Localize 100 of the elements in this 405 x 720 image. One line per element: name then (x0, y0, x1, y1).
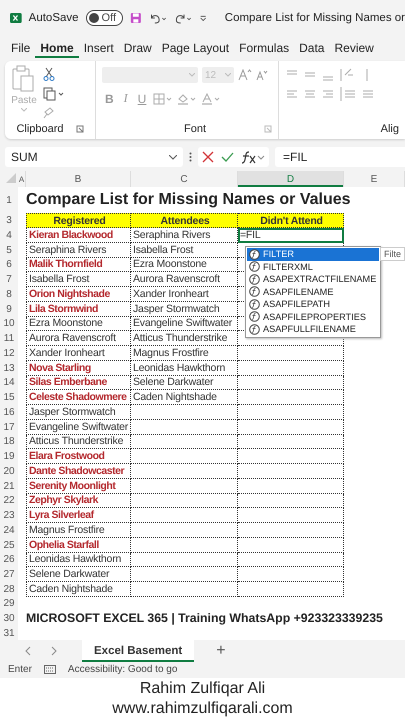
function-suggestion[interactable]: FILTERXML (247, 260, 379, 273)
row-header[interactable]: 16 (0, 405, 18, 420)
function-suggestion[interactable]: ASAPFILEPROPERTIES (247, 310, 379, 323)
ribbon-tab[interactable]: Data (294, 38, 330, 58)
dialog-launcher-icon[interactable] (76, 125, 84, 133)
row-header[interactable]: 9 (0, 302, 18, 316)
table-cell: Kieran Blackwood (26, 228, 131, 243)
row-header[interactable]: 26 (0, 552, 18, 568)
column-header[interactable]: D (238, 171, 344, 187)
row-header[interactable]: 27 (0, 567, 18, 582)
table-cell: Magnus Frostfire (26, 523, 131, 538)
keyboard-icon (44, 665, 56, 674)
more-options-icon[interactable] (189, 152, 192, 162)
row-header[interactable]: 3 (0, 213, 18, 228)
function-suggestion[interactable]: ASAPFILEPATH (247, 298, 379, 310)
add-sheet-button[interactable]: + (212, 642, 230, 660)
table-cell: Ezra Moonstone (131, 258, 238, 272)
next-sheet-icon[interactable] (50, 646, 58, 656)
ribbon-tab[interactable]: File (6, 38, 36, 58)
dialog-launcher-icon[interactable] (264, 125, 272, 133)
borders-icon[interactable] (153, 92, 174, 104)
accessibility-status[interactable]: Accessibility: Good to go (68, 664, 178, 676)
function-suggestion[interactable]: ASAPFULLFILENAME (247, 323, 379, 336)
table-cell: Seraphina Rivers (26, 242, 131, 258)
row-header[interactable]: 30 (0, 610, 18, 627)
row-header[interactable]: 25 (0, 538, 18, 552)
row-header[interactable]: 10 (0, 316, 18, 332)
function-icon (249, 324, 260, 335)
caret-icon (189, 73, 195, 77)
row-header[interactable]: 24 (0, 523, 18, 538)
row-header[interactable]: 13 (0, 360, 18, 376)
row-header[interactable]: 15 (0, 390, 18, 405)
sheet-title: Compare List for Missing Names or Values (26, 190, 352, 210)
ribbon-tab[interactable]: Draw (118, 38, 157, 58)
column-heading-cell: Attendees (131, 213, 238, 228)
row-header[interactable]: 22 (0, 494, 18, 508)
row-header[interactable]: 31 (0, 626, 18, 640)
table-cell: Evangeline Swiftwater (131, 316, 238, 332)
ribbon-tab[interactable]: Insert (78, 38, 119, 58)
row-header[interactable]: 20 (0, 464, 18, 479)
function-icon (249, 261, 260, 272)
function-tooltip: Filte (380, 247, 405, 261)
sheet-tab[interactable]: Excel Basement (82, 640, 194, 662)
row-header[interactable]: 4 (0, 228, 18, 243)
column-header[interactable]: A (18, 171, 26, 187)
font-color-icon[interactable] (201, 92, 222, 104)
previous-sheet-icon[interactable] (24, 646, 32, 656)
format-painter-icon[interactable] (43, 107, 55, 119)
column-header[interactable]: B (26, 171, 131, 187)
row-header[interactable]: 14 (0, 376, 18, 390)
fill-color-icon[interactable] (177, 92, 198, 104)
column-header[interactable]: E (344, 171, 405, 187)
insert-function-icon[interactable] (241, 150, 265, 164)
row-header[interactable]: 1 (0, 187, 18, 213)
row-header[interactable]: 17 (0, 420, 18, 434)
grow-font-icon[interactable] (238, 69, 252, 81)
table-cell: Dante Shadowcaster (26, 464, 131, 479)
table-cell: Selene Darkwater (131, 376, 238, 390)
window-title: Compare List for Missing Names or (224, 12, 405, 24)
autosave-toggle[interactable]: Off (86, 10, 124, 26)
row-header[interactable]: 6 (0, 258, 18, 272)
table-cell: Jasper Stormwatch (26, 405, 131, 420)
table-cell: Atticus Thunderstrike (131, 331, 238, 346)
table-cell: Caden Nightshade (26, 582, 131, 597)
function-suggestion[interactable]: ASAPFILENAME (247, 286, 379, 298)
row-header[interactable]: 12 (0, 346, 18, 361)
row-header[interactable]: 21 (0, 478, 18, 494)
table-cell: Malik Thornfield (26, 258, 131, 272)
copy-icon[interactable] (43, 87, 65, 101)
row-header[interactable]: 11 (0, 331, 18, 346)
footer-text: MICROSOFT EXCEL 365 | Training WhatsApp +923323339235 (26, 610, 384, 627)
save-icon[interactable] (130, 10, 142, 24)
group-label: Alig (380, 123, 399, 135)
table-cell: Leonidas Hawkthorn (26, 552, 131, 568)
table-cell: Xander Ironheart (26, 346, 131, 361)
cancel-icon[interactable] (202, 151, 214, 163)
table-cell: Magnus Frostfire (131, 346, 238, 361)
row-header[interactable]: 18 (0, 434, 18, 450)
row-header[interactable]: 23 (0, 508, 18, 523)
table-cell: Orion Nightshade (26, 287, 131, 302)
row-header[interactable]: 28 (0, 582, 18, 597)
ribbon-tab[interactable]: Review (329, 38, 379, 58)
cut-icon[interactable] (43, 67, 55, 81)
function-suggestion[interactable]: FILTER (247, 248, 379, 260)
ribbon-tab[interactable]: Page Layout (156, 38, 234, 58)
column-heading-cell: Didn't Attend (238, 213, 344, 228)
enter-icon[interactable] (221, 151, 234, 163)
row-header[interactable]: 19 (0, 449, 18, 464)
ribbon-tab[interactable]: Formulas (234, 38, 294, 58)
row-header[interactable]: 29 (0, 596, 18, 610)
table-cell: Atticus Thunderstrike (26, 434, 131, 450)
ribbon-tab[interactable]: Home (35, 38, 79, 58)
formula-field[interactable]: =FIL (275, 147, 405, 167)
row-header[interactable]: 7 (0, 272, 18, 287)
name-box[interactable]: SUM (5, 147, 183, 167)
function-suggestion[interactable]: ASAPEXTRACTFILENAME (247, 273, 379, 286)
table-cell: Aurora Ravenscroft (26, 331, 131, 346)
row-header[interactable]: 8 (0, 287, 18, 302)
shrink-font-icon[interactable] (256, 69, 268, 81)
row-header[interactable]: 5 (0, 242, 18, 258)
